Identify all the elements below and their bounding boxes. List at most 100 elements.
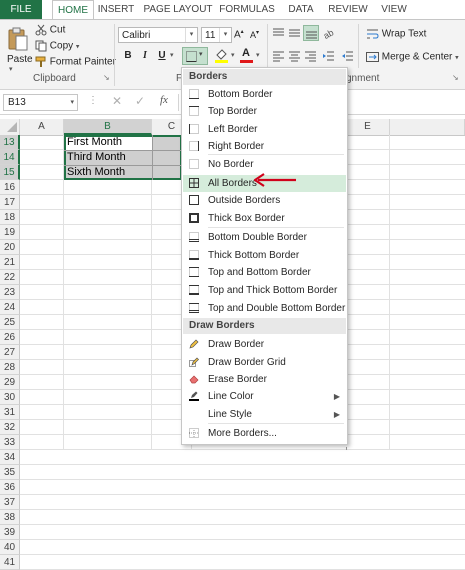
row-header[interactable]: 31 — [0, 405, 20, 420]
cell-b15[interactable]: Sixth Month — [65, 165, 151, 180]
clipboard-launcher-icon[interactable]: ↘ — [103, 73, 110, 82]
menu-item-outside-borders[interactable]: Outside Borders — [183, 192, 346, 209]
row-header[interactable]: 34 — [0, 450, 20, 465]
enter-icon[interactable]: ✓ — [135, 94, 145, 108]
fill-color-dropdown-icon[interactable]: ▾ — [231, 51, 235, 59]
paste-label[interactable]: Paste — [7, 54, 33, 65]
decrease-font-icon[interactable]: A▾ — [250, 29, 259, 40]
tab-view[interactable]: VIEW — [377, 0, 411, 20]
font-color-button[interactable]: A — [240, 47, 254, 63]
font-color-dropdown-icon[interactable]: ▾ — [256, 51, 260, 59]
row-header[interactable]: 24 — [0, 300, 20, 315]
row-header[interactable]: 17 — [0, 195, 20, 210]
tab-page-layout[interactable]: PAGE LAYOUT — [143, 0, 213, 20]
row-header[interactable]: 37 — [0, 495, 20, 510]
increase-font-icon[interactable]: A▴ — [234, 28, 244, 40]
menu-item-right-border[interactable]: Right Border — [183, 138, 346, 155]
menu-item-left-border[interactable]: Left Border — [183, 121, 346, 138]
bottom-align-button[interactable] — [303, 25, 319, 41]
cell-b14[interactable]: Third Month — [65, 150, 151, 165]
menu-item-line-style[interactable]: Line Style ▶ — [183, 406, 346, 423]
row-header[interactable]: 23 — [0, 285, 20, 300]
formula-bar-options-icon[interactable]: ⋮ — [88, 95, 98, 106]
wrap-text-button[interactable]: Wrap Text — [366, 28, 426, 40]
row-header[interactable]: 41 — [0, 555, 20, 570]
menu-item-bottom-border[interactable]: Bottom Border — [183, 86, 346, 103]
menu-item-draw-border-grid[interactable]: Draw Border Grid — [183, 354, 346, 371]
row-header[interactable]: 39 — [0, 525, 20, 540]
paste-dropdown-icon[interactable]: ▾ — [9, 65, 13, 73]
tab-home[interactable]: HOME — [52, 0, 94, 21]
row-header[interactable]: 21 — [0, 255, 20, 270]
fill-color-button[interactable] — [214, 49, 230, 63]
align-center-button[interactable] — [288, 50, 301, 65]
font-size-dropdown-icon[interactable]: ▾ — [219, 28, 231, 42]
row-header[interactable]: 36 — [0, 480, 20, 495]
column-header-e[interactable]: E — [346, 119, 390, 135]
menu-item-thick-box-border[interactable]: Thick Box Border — [183, 210, 346, 227]
name-box[interactable]: B13 ▾ — [3, 94, 78, 111]
row-header[interactable]: 38 — [0, 510, 20, 525]
menu-item-bottom-double-border[interactable]: Bottom Double Border — [183, 229, 346, 246]
select-all-corner[interactable] — [0, 119, 20, 135]
orientation-button[interactable]: ab — [322, 25, 339, 44]
row-header[interactable]: 40 — [0, 540, 20, 555]
cell-b13[interactable]: First Month — [65, 135, 151, 150]
menu-item-erase-border[interactable]: Erase Border — [183, 371, 346, 388]
row-header[interactable]: 18 — [0, 210, 20, 225]
middle-align-button[interactable] — [288, 27, 301, 42]
row-header[interactable]: 29 — [0, 375, 20, 390]
align-left-button[interactable] — [272, 50, 285, 65]
merge-center-button[interactable]: Merge & Center ▾ — [366, 51, 459, 63]
font-name-dropdown-icon[interactable]: ▾ — [185, 28, 197, 42]
menu-item-no-border[interactable]: No Border — [183, 156, 346, 173]
menu-item-thick-bottom-border[interactable]: Thick Bottom Border — [183, 247, 346, 264]
row-header[interactable]: 19 — [0, 225, 20, 240]
row-header[interactable]: 30 — [0, 390, 20, 405]
menu-item-top-and-double-bottom-border[interactable]: Top and Double Bottom Border — [183, 300, 346, 317]
menu-item-line-color[interactable]: Line Color ▶ — [183, 388, 346, 405]
bold-button[interactable]: B — [121, 49, 135, 63]
row-header[interactable]: 32 — [0, 420, 20, 435]
row-header[interactable]: 28 — [0, 360, 20, 375]
tab-formulas[interactable]: FORMULAS — [218, 0, 276, 20]
row-header[interactable]: 25 — [0, 315, 20, 330]
menu-item-more-borders[interactable]: More Borders... — [183, 425, 346, 442]
menu-item-draw-border[interactable]: Draw Border — [183, 336, 346, 353]
tab-data[interactable]: DATA — [283, 0, 319, 20]
format-painter-button[interactable]: Format Painter — [35, 56, 116, 68]
underline-dropdown-icon[interactable]: ▾ — [170, 51, 174, 59]
paste-button[interactable] — [6, 26, 30, 52]
column-header-a[interactable]: A — [20, 119, 64, 135]
top-align-button[interactable] — [272, 27, 285, 42]
copy-dropdown-icon[interactable]: ▾ — [76, 44, 80, 51]
insert-function-icon[interactable]: fx — [160, 94, 168, 106]
decrease-indent-button[interactable] — [322, 50, 335, 65]
tab-insert[interactable]: INSERT — [96, 0, 136, 20]
row-header[interactable]: 33 — [0, 435, 20, 450]
merge-dropdown-icon[interactable]: ▾ — [455, 55, 459, 62]
font-name-combo[interactable]: Calibri ▾ — [118, 27, 198, 43]
row-header[interactable]: 16 — [0, 180, 20, 195]
row-header[interactable]: 35 — [0, 465, 20, 480]
column-header-f[interactable] — [390, 119, 465, 135]
row-header[interactable]: 27 — [0, 345, 20, 360]
name-box-dropdown-icon[interactable]: ▾ — [70, 95, 74, 110]
menu-item-top-and-thick-bottom-border[interactable]: Top and Thick Bottom Border — [183, 282, 346, 299]
tab-review[interactable]: REVIEW — [326, 0, 370, 20]
font-size-combo[interactable]: 11 ▾ — [201, 27, 232, 43]
cut-button[interactable]: Cut — [35, 24, 65, 36]
align-right-button[interactable] — [304, 50, 317, 65]
menu-item-top-border[interactable]: Top Border — [183, 103, 346, 120]
increase-indent-button[interactable] — [341, 50, 354, 65]
borders-dropdown-icon[interactable]: ▾ — [199, 50, 203, 58]
menu-item-top-and-bottom-border[interactable]: Top and Bottom Border — [183, 264, 346, 281]
italic-button[interactable]: I — [138, 49, 152, 63]
cancel-icon[interactable]: ✕ — [112, 94, 122, 108]
row-header[interactable]: 14 — [0, 150, 20, 165]
underline-button[interactable]: U — [155, 49, 169, 63]
copy-button[interactable]: Copy ▾ — [35, 40, 79, 52]
alignment-launcher-icon[interactable]: ↘ — [452, 73, 459, 82]
column-header-b[interactable]: B — [64, 119, 152, 135]
row-header[interactable]: 13 — [0, 135, 20, 150]
